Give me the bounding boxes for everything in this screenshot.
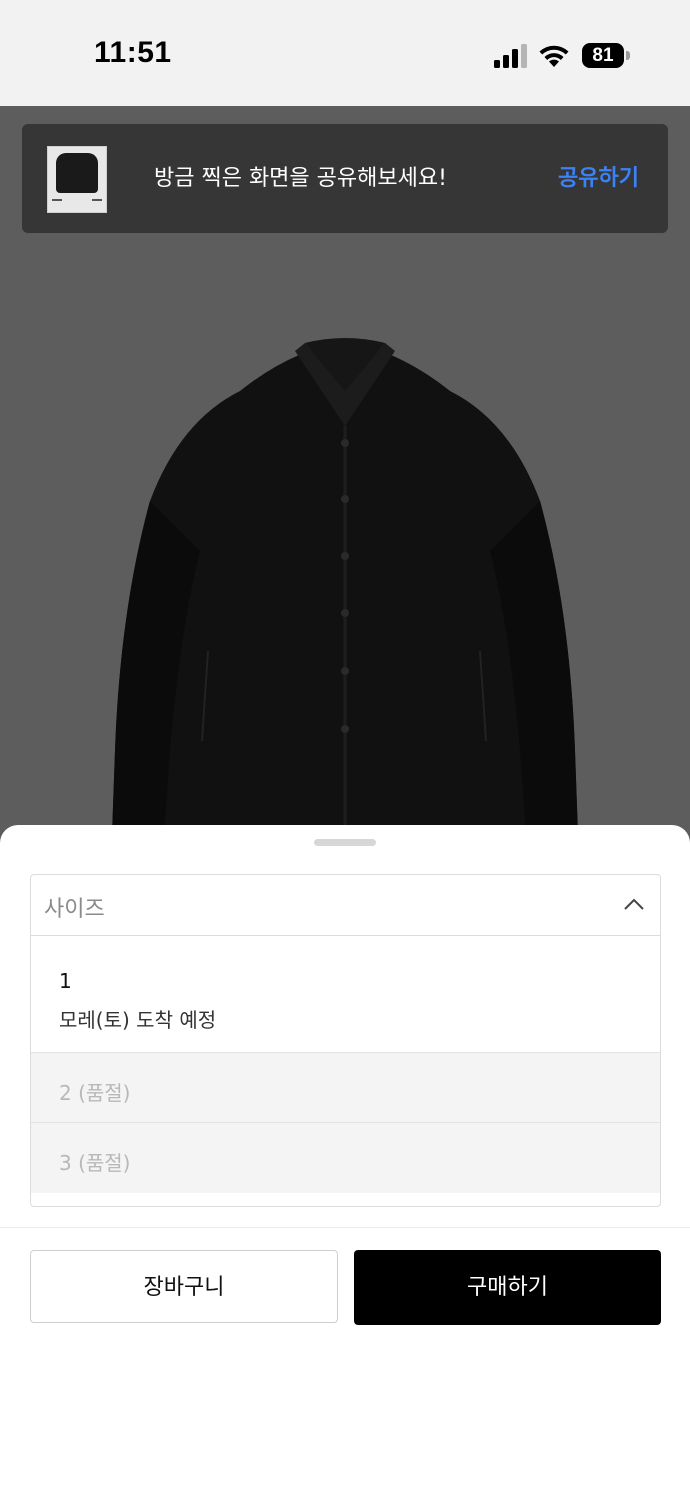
share-toast: 방금 찍은 화면을 공유해보세요! 공유하기	[22, 124, 668, 233]
size-select-header[interactable]: 사이즈	[31, 875, 660, 936]
size-option-label: 3 (품절)	[59, 1151, 131, 1175]
signal-icon	[494, 44, 527, 68]
size-select-label: 사이즈	[44, 897, 105, 922]
divider	[0, 1227, 690, 1228]
wifi-icon	[539, 45, 569, 67]
screenshot-thumbnail[interactable]	[47, 146, 107, 213]
share-button[interactable]: 공유하기	[558, 160, 639, 192]
battery-level: 81	[582, 43, 624, 68]
size-option-2[interactable]: 2 (품절)	[31, 1052, 660, 1123]
bottom-sheet: 사이즈 1 모레(토) 도착 예정 2 (품절) 3 (품절) 장바구니 구매하…	[0, 825, 690, 1500]
buy-now-button[interactable]: 구매하기	[354, 1250, 661, 1325]
size-option-label: 2 (품절)	[59, 1081, 131, 1105]
add-to-cart-button[interactable]: 장바구니	[30, 1250, 338, 1323]
delivery-estimate: 모레(토) 도착 예정	[59, 1008, 217, 1032]
toast-message: 방금 찍은 화면을 공유해보세요!	[154, 166, 447, 191]
battery-icon: 81	[582, 43, 630, 68]
size-select[interactable]: 사이즈 1 모레(토) 도착 예정 2 (품절) 3 (품절)	[30, 874, 661, 1207]
chevron-up-icon[interactable]	[623, 895, 645, 915]
size-option-3[interactable]: 3 (품절)	[31, 1122, 660, 1193]
status-time: 11:51	[94, 36, 172, 69]
status-bar: 11:51 81	[0, 0, 690, 106]
size-option-1[interactable]: 1 모레(토) 도착 예정	[31, 936, 660, 1052]
size-option-label: 1	[59, 969, 72, 993]
sheet-handle[interactable]	[314, 839, 376, 846]
product-image	[111, 338, 579, 846]
